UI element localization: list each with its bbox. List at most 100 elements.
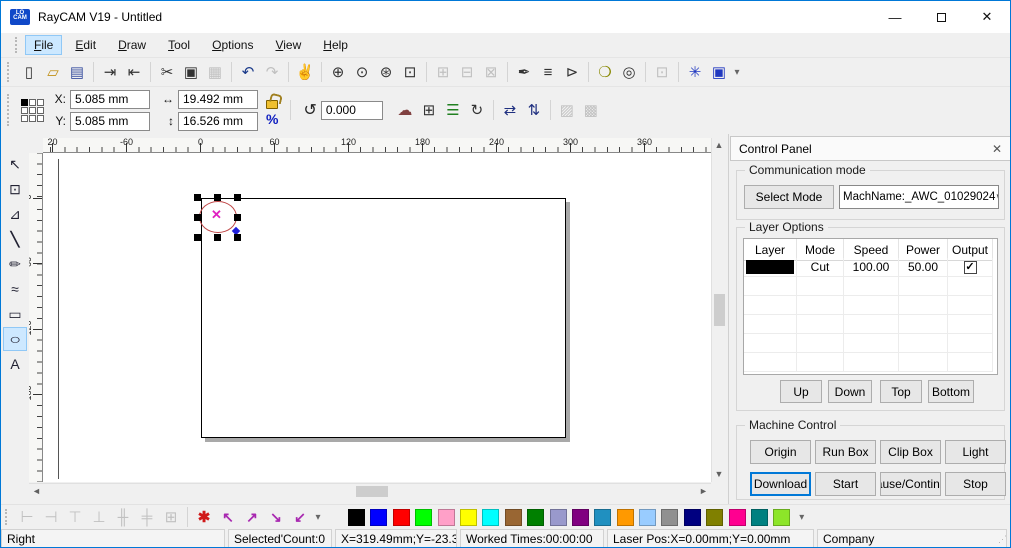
zoom-page-icon[interactable]: ⊡ <box>398 61 422 83</box>
palette-swatch[interactable] <box>460 509 477 526</box>
palette-swatch[interactable] <box>729 509 746 526</box>
vertical-scrollbar[interactable]: ▲ ▼ <box>711 138 726 482</box>
download-button[interactable]: Download <box>750 472 811 496</box>
layer-up-button[interactable]: Up <box>780 380 822 403</box>
layer-top-button[interactable]: Top <box>880 380 922 403</box>
marquee-select-tool[interactable]: ⊡ <box>3 177 27 201</box>
selection-handle[interactable] <box>234 234 241 241</box>
weld-icon[interactable]: ☁ <box>393 99 417 121</box>
node-select-icon[interactable]: ⊳ <box>560 61 584 83</box>
palette-swatch[interactable] <box>684 509 701 526</box>
open-file-icon[interactable]: ▱ <box>41 61 65 83</box>
palette-caret-icon[interactable]: ▾ <box>796 512 808 523</box>
scroll-up-arrow[interactable]: ▲ <box>712 138 726 153</box>
scroll-down-arrow[interactable]: ▼ <box>712 467 726 482</box>
export-file-icon[interactable]: ⇤ <box>122 61 146 83</box>
stop-button[interactable]: Stop <box>945 472 1006 496</box>
mirror-horizontal-icon[interactable]: ⇄ <box>498 99 522 121</box>
resize-grip[interactable]: ⋰ <box>998 534 1008 545</box>
origin-top-left-icon[interactable]: ↖ <box>216 506 240 528</box>
horizontal-scrollbar[interactable]: ◄ ► <box>29 483 711 498</box>
run-box-button[interactable]: Run Box <box>815 440 876 464</box>
undo-icon[interactable]: ↶ <box>236 61 260 83</box>
pan-icon[interactable]: ✌ <box>293 61 317 83</box>
menu-tool[interactable]: Tool <box>159 35 199 55</box>
cut-icon[interactable]: ✂ <box>155 61 179 83</box>
light-button[interactable]: Light <box>945 440 1006 464</box>
draw-circle-center-icon[interactable]: ◎ <box>617 61 641 83</box>
palette-swatch[interactable] <box>639 509 656 526</box>
anchor-point-selector[interactable] <box>21 99 44 122</box>
palette-swatch[interactable] <box>550 509 567 526</box>
laser-origin-icon[interactable]: ✱ <box>192 506 216 528</box>
layer-row-color-cell[interactable] <box>744 258 797 277</box>
pause-continue-button[interactable]: Pause/Continue <box>880 472 941 496</box>
origin-top-right-icon[interactable]: ↗ <box>240 506 264 528</box>
draw-circle-bezier-icon[interactable]: ❍ <box>593 61 617 83</box>
rotate-angle-input[interactable]: 0.000 <box>321 101 383 120</box>
group-objects-icon[interactable]: ⊞ <box>417 99 441 121</box>
mirror-vertical-icon[interactable]: ⇅ <box>522 99 546 121</box>
palette-swatch[interactable] <box>370 509 387 526</box>
select-tool[interactable]: ↖ <box>3 152 27 176</box>
drawing-canvas[interactable]: ✕ <box>43 153 711 482</box>
more-options-caret-icon[interactable]: ▾ <box>312 512 324 523</box>
menu-file[interactable]: File <box>25 35 62 55</box>
layer-row-power-cell[interactable]: 50.00 <box>899 258 948 277</box>
height-input[interactable]: 16.526 mm <box>178 112 258 131</box>
palette-swatch[interactable] <box>706 509 723 526</box>
palette-swatch[interactable] <box>348 509 365 526</box>
selection-handle[interactable] <box>214 194 221 201</box>
select-mode-button[interactable]: Select Mode <box>744 185 834 209</box>
copy-icon[interactable]: ▣ <box>179 61 203 83</box>
x-position-input[interactable]: 5.085 mm <box>70 90 150 109</box>
menu-draw[interactable]: Draw <box>109 35 155 55</box>
palette-swatch[interactable] <box>393 509 410 526</box>
pen-tool[interactable]: ✏ <box>3 252 27 276</box>
palette-swatch[interactable] <box>773 509 790 526</box>
horizontal-scroll-thumb[interactable] <box>356 486 388 497</box>
selection-handle[interactable] <box>194 214 201 221</box>
toolbar-overflow-caret-icon[interactable]: ▾ <box>731 67 743 78</box>
selection-handle[interactable] <box>194 234 201 241</box>
selection-handle[interactable] <box>234 194 241 201</box>
pick-tool-icon[interactable]: ✒ <box>512 61 536 83</box>
vertical-scroll-thumb[interactable] <box>714 294 725 326</box>
origin-bottom-left-icon[interactable]: ↙ <box>288 506 312 528</box>
node-edit-tool[interactable]: ⊿ <box>3 202 27 226</box>
save-file-icon[interactable]: ▤ <box>65 61 89 83</box>
line-tool[interactable]: ╲ <box>3 227 27 251</box>
rotate-free-icon[interactable]: ↻ <box>465 99 489 121</box>
scroll-right-arrow[interactable]: ► <box>696 484 711 498</box>
import-file-icon[interactable]: ⇥ <box>98 61 122 83</box>
y-position-input[interactable]: 5.085 mm <box>70 112 150 131</box>
menu-help[interactable]: Help <box>314 35 357 55</box>
layers-icon[interactable]: ☰ <box>441 99 465 121</box>
palette-swatch[interactable] <box>415 509 432 526</box>
ellipse-tool[interactable]: ○ <box>3 327 27 351</box>
clip-box-button[interactable]: Clip Box <box>880 440 941 464</box>
aspect-lock-icon[interactable] <box>266 100 278 109</box>
monitor-icon[interactable]: ▣ <box>707 61 731 83</box>
new-file-icon[interactable]: ▯ <box>17 61 41 83</box>
web-update-icon[interactable]: ✳ <box>683 61 707 83</box>
layer-down-button[interactable]: Down <box>828 380 872 403</box>
palette-swatch[interactable] <box>594 509 611 526</box>
menu-options[interactable]: Options <box>203 35 262 55</box>
layer-row-speed-cell[interactable]: 100.00 <box>844 258 899 277</box>
selection-handle[interactable] <box>194 194 201 201</box>
zoom-selected-icon[interactable]: ⊙ <box>350 61 374 83</box>
layer-row-mode-cell[interactable]: Cut <box>797 258 844 277</box>
maximize-button[interactable] <box>918 1 964 33</box>
origin-button[interactable]: Origin <box>750 440 811 464</box>
palette-swatch[interactable] <box>572 509 589 526</box>
selection-handle[interactable] <box>234 214 241 221</box>
palette-swatch[interactable] <box>482 509 499 526</box>
selection-handle[interactable] <box>214 234 221 241</box>
scroll-left-arrow[interactable]: ◄ <box>29 484 44 498</box>
text-tool[interactable]: A <box>3 352 27 376</box>
output-checkbox[interactable]: ✓ <box>964 261 977 274</box>
zoom-in-out-icon[interactable]: ⊕ <box>326 61 350 83</box>
menu-edit[interactable]: Edit <box>66 35 105 55</box>
layer-bottom-button[interactable]: Bottom <box>928 380 974 403</box>
